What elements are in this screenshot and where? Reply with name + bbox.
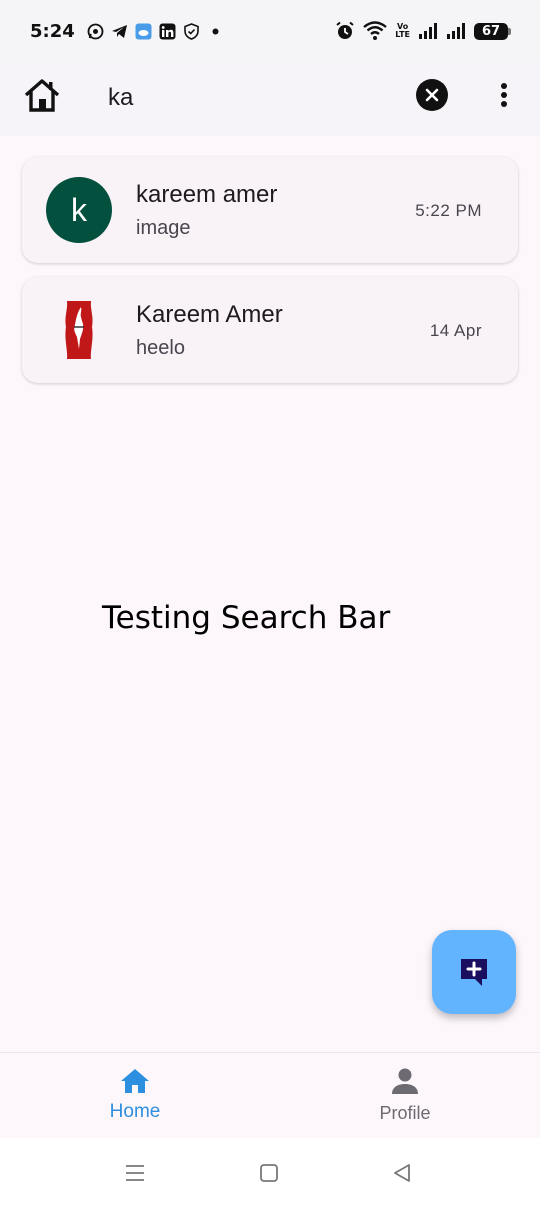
more-vert-icon-dot <box>501 101 507 107</box>
square-icon <box>260 1164 278 1182</box>
recent-apps-button[interactable] <box>122 1160 148 1186</box>
whatsapp-icon <box>87 23 104 40</box>
more-vert-icon-dot <box>501 83 507 89</box>
testing-caption: Testing Search Bar <box>102 600 391 636</box>
new-chat-fab[interactable] <box>432 930 516 1014</box>
chat-list-item[interactable]: k kareem amer image 5:22 PM <box>22 157 518 263</box>
home-icon <box>121 1069 149 1093</box>
signal-strength-icon-sim1 <box>418 22 438 40</box>
wifi-icon <box>363 21 388 41</box>
chat-list-item[interactable]: Kareem Amer heelo 14 Apr <box>22 277 518 383</box>
close-icon <box>425 88 439 102</box>
chat-timestamp: 14 Apr <box>429 321 482 340</box>
chat-last-message: heelo <box>136 337 185 359</box>
bottom-navigation: Home Profile <box>0 1052 540 1138</box>
shield-icon <box>183 22 200 40</box>
volte-bottom: LTE <box>395 30 410 39</box>
system-status-icons: Vo LTE 67 <box>335 21 511 41</box>
person-icon <box>392 1068 418 1094</box>
chat-timestamp: 5:22 PM <box>415 201 482 220</box>
chat-name: Kareem Amer <box>136 301 283 328</box>
nav-home-label: Home <box>109 1101 161 1122</box>
signal-strength-icon-sim2 <box>446 22 466 40</box>
back-triangle-icon <box>394 1164 410 1182</box>
status-time: 5:24 <box>30 20 75 42</box>
chat-last-message: image <box>136 217 191 239</box>
telegram-icon <box>111 23 128 40</box>
weather-app-icon <box>135 23 152 40</box>
linkedin-icon <box>159 23 176 40</box>
system-navigation-bar <box>0 1138 540 1206</box>
battery-indicator: 67 <box>474 22 511 40</box>
add-comment-icon <box>461 959 487 986</box>
palestine-map-avatar-icon <box>65 301 93 359</box>
alarm-icon <box>335 21 355 41</box>
avatar: k <box>46 177 112 243</box>
more-options-button[interactable] <box>490 80 518 110</box>
status-bar: 5:24 Vo LTE 67 <box>0 0 540 62</box>
home-button[interactable] <box>22 76 62 116</box>
search-app-bar: ka <box>0 62 540 136</box>
search-input[interactable]: ka <box>108 84 133 112</box>
chat-name: kareem amer <box>136 181 278 208</box>
home-outline-icon <box>24 79 60 112</box>
back-button[interactable] <box>389 1160 415 1186</box>
nav-profile[interactable]: Profile <box>335 1067 475 1124</box>
clear-search-button[interactable] <box>416 79 448 111</box>
nav-profile-label: Profile <box>379 1103 431 1123</box>
more-vert-icon-dot <box>501 92 507 98</box>
nav-home[interactable]: Home <box>65 1067 205 1123</box>
notification-icons <box>87 22 224 40</box>
home-system-button[interactable] <box>256 1160 282 1186</box>
chat-search-screen: 5:24 Vo LTE 67 ka k kareem amer image 5:… <box>0 0 540 1206</box>
more-notifications-dot-icon <box>207 23 224 40</box>
volte-indicator: Vo LTE <box>395 23 410 39</box>
avatar <box>46 297 112 363</box>
menu-lines-icon <box>126 1165 144 1181</box>
